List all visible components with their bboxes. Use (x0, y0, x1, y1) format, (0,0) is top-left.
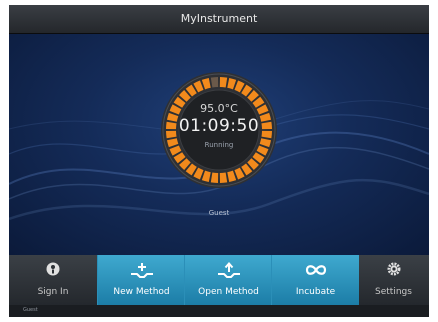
run-progress-dial[interactable]: 95.0°C 01:09:50 Running (160, 71, 278, 189)
incubate-button[interactable]: Incubate (271, 255, 359, 305)
settings-button[interactable]: Settings (358, 255, 429, 305)
incubate-icon (305, 265, 326, 275)
gear-icon (387, 262, 400, 276)
run-status: Running (204, 141, 234, 149)
settings-label: Settings (375, 287, 412, 297)
instrument-screen: MyInstrument 95.0°C 01:09:50 Running Gue… (9, 5, 429, 317)
sign-in-label: Sign In (37, 287, 69, 297)
new-method-button[interactable]: New Method (97, 255, 185, 305)
open-method-button[interactable]: Open Method (184, 255, 272, 305)
app-title: MyInstrument (180, 12, 258, 25)
main-screen: 95.0°C 01:09:50 Running Guest (9, 34, 429, 255)
bottom-toolbar: Sign In New Method Open Method Incubate (9, 255, 429, 305)
status-bar-user: Guest (23, 307, 38, 313)
open-method-label: Open Method (198, 287, 259, 297)
sign-in-icon (46, 262, 60, 276)
incubate-label: Incubate (295, 287, 336, 297)
new-method-label: New Method (113, 287, 170, 297)
current-user-label: Guest (208, 209, 230, 217)
open-method-icon (217, 262, 240, 278)
time-remaining: 01:09:50 (178, 116, 260, 136)
sign-in-button[interactable]: Sign In (9, 255, 97, 305)
title-bar: MyInstrument (9, 5, 429, 34)
new-method-icon (130, 263, 153, 278)
status-bar: Guest (9, 305, 429, 317)
temperature-readout: 95.0°C (200, 102, 238, 115)
